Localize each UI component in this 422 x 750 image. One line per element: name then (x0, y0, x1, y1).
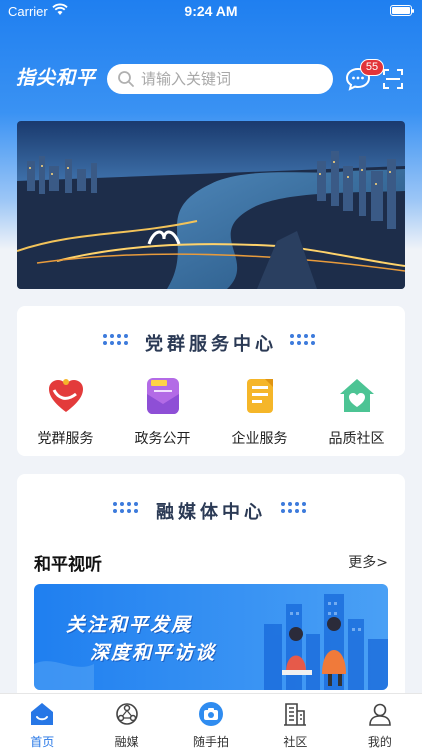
media-center-card: 融媒体中心 和平视听 更多> 关注和平发展 深度和平访谈 (17, 474, 405, 714)
party-heart-icon (48, 379, 83, 412)
tab-community[interactable]: 社区 (253, 694, 337, 750)
battery-icon (390, 5, 414, 16)
tab-home-label: 首页 (30, 735, 55, 749)
tab-media[interactable]: 融媒 (84, 694, 168, 750)
more-link[interactable]: 更多> (348, 552, 388, 572)
promo-line-1: 关注和平发展 (66, 614, 193, 636)
search-bar[interactable] (107, 64, 333, 94)
tab-media-label: 融媒 (114, 735, 139, 749)
tab-home[interactable]: 首页 (0, 694, 84, 750)
document-icon (246, 379, 273, 413)
search-icon (118, 71, 134, 87)
news-envelope-icon (146, 378, 179, 414)
party-center-title: 党群服务中心 (145, 334, 277, 355)
media-icon (115, 703, 138, 725)
party-service-grid: 党群服务 政务公开 企业服务 品质社区 (17, 376, 405, 448)
search-input[interactable] (141, 70, 321, 88)
tab-profile[interactable]: 我的 (338, 694, 422, 750)
service-community[interactable]: 品质社区 (308, 376, 405, 448)
service-enterprise[interactable]: 企业服务 (211, 376, 308, 448)
message-badge: 55 (360, 59, 384, 76)
service-government[interactable]: 政务公开 (114, 376, 211, 448)
media-center-title: 融媒体中心 (156, 502, 266, 523)
tab-snapshot[interactable]: 随手拍 (169, 694, 253, 750)
service-enterprise-label: 企业服务 (231, 431, 288, 447)
bottom-tab-bar: 首页 融媒 随手拍 社区 我的 (0, 693, 422, 750)
tab-community-label: 社区 (283, 735, 308, 749)
service-party[interactable]: 党群服务 (17, 376, 114, 448)
camera-icon (199, 702, 224, 726)
promo-banner-image (34, 584, 388, 690)
user-icon (369, 703, 391, 726)
scan-icon[interactable] (383, 69, 403, 89)
title-dots-right (281, 502, 311, 516)
party-service-center-card: 党群服务中心 党群服务 政务公开 企业服务 品质社区 (17, 306, 405, 456)
city-banner-image (17, 121, 405, 289)
city-banner[interactable] (17, 121, 405, 289)
promo-banner[interactable]: 关注和平发展 深度和平访谈 (34, 584, 388, 690)
house-heart-icon (339, 379, 374, 412)
status-bar: Carrier 9:24 AM (0, 0, 422, 24)
title-dots-right (290, 334, 320, 348)
service-community-label: 品质社区 (328, 431, 385, 447)
service-government-label: 政务公开 (134, 431, 191, 447)
service-party-label: 党群服务 (37, 431, 94, 447)
tab-profile-label: 我的 (367, 735, 392, 749)
app-logo: 指尖和平 (16, 67, 97, 89)
promo-line-2: 深度和平访谈 (90, 642, 217, 664)
tab-snapshot-label: 随手拍 (193, 735, 230, 749)
status-time: 9:24 AM (184, 3, 238, 19)
video-section-title: 和平视听 (34, 555, 102, 575)
building-icon (284, 703, 307, 726)
home-icon (31, 703, 54, 725)
